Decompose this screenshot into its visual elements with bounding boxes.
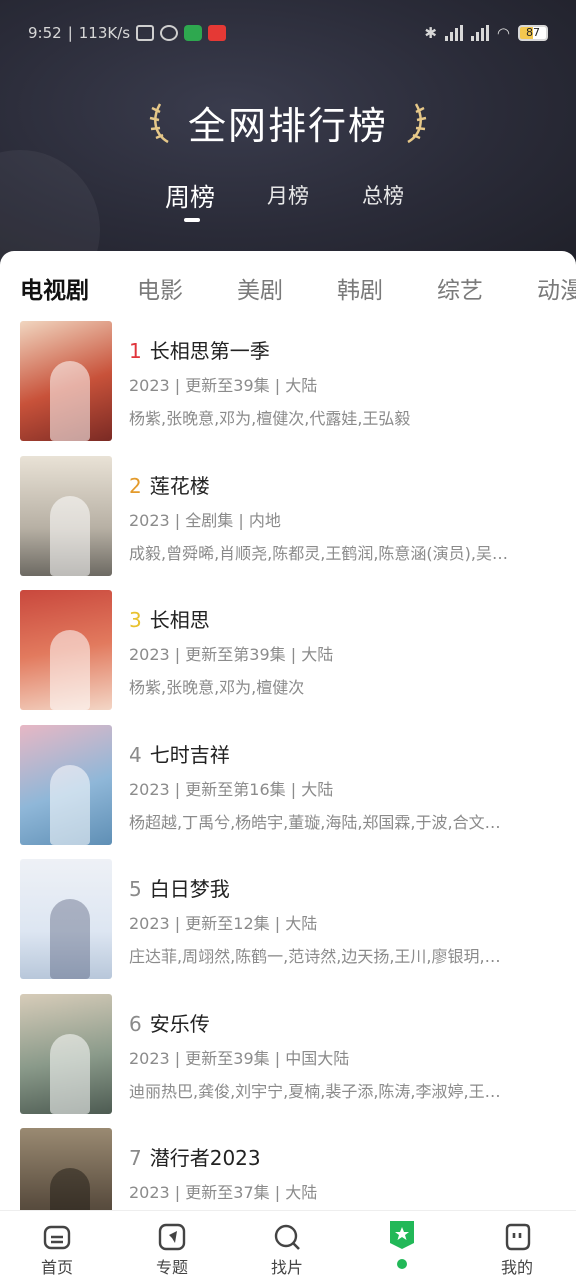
rank-number: 6 xyxy=(129,1011,142,1036)
nav-label-home: 首页 xyxy=(40,1258,73,1277)
active-tab-indicator xyxy=(184,218,200,222)
item-meta: 2023 | 更新至37集 | 大陆 xyxy=(129,1183,318,1202)
battery-level: 87 xyxy=(526,26,540,39)
poster-image[interactable] xyxy=(20,1128,112,1211)
status-time: 9:52 xyxy=(28,24,62,42)
category-tabs: 电视剧 电影 美剧 韩剧 综艺 动漫 xyxy=(0,251,576,321)
poster-image[interactable] xyxy=(20,993,112,1114)
poster-image[interactable] xyxy=(20,859,112,979)
item-cast: 迪丽热巴,龚俊,刘宇宁,夏楠,裴子添,陈涛,李淑婷,王… xyxy=(129,1081,501,1101)
rank-number: 1 xyxy=(129,339,142,363)
nav-topics[interactable]: 专题 xyxy=(122,1211,222,1280)
item-meta: 2023 | 更新至39集 | 大陆 xyxy=(129,376,318,395)
item-title: 莲花楼 xyxy=(149,473,210,498)
header-banner: 9:52 | 113K/s ✱ ◠ 87 全网排行榜 周榜 月榜 总榜 xyxy=(0,0,576,270)
rank-number: 2 xyxy=(129,473,142,498)
item-title: 长相思第一季 xyxy=(149,339,270,363)
mute-icon xyxy=(136,25,155,41)
profile-icon xyxy=(505,1223,531,1251)
item-meta: 2023 | 更新至12集 | 大陆 xyxy=(129,914,318,933)
item-title: 安乐传 xyxy=(149,1011,210,1036)
nav-home[interactable]: 首页 xyxy=(7,1211,107,1280)
active-nav-dot xyxy=(397,1259,407,1269)
compass-icon xyxy=(158,1223,186,1251)
category-tab-k-drama[interactable]: 韩剧 xyxy=(337,271,383,305)
signal-icon-2 xyxy=(470,25,489,41)
rank-number: 3 xyxy=(129,608,142,632)
ranking-panel: 电视剧 电影 美剧 韩剧 综艺 动漫 1 长相思第一季 2023 | 更新至39集… xyxy=(0,251,576,1211)
item-title: 七时吉祥 xyxy=(149,742,230,767)
tab-weekly[interactable]: 周榜 xyxy=(165,178,215,214)
item-cast: 杨紫,张晚意,邓为,檀健次,代露娃,王弘毅 xyxy=(129,409,411,428)
ranking-list: 1 长相思第一季 2023 | 更新至39集 | 大陆 杨紫,张晚意,邓为,檀健次… xyxy=(0,319,576,1211)
item-meta: 2023 | 更新至第16集 | 大陆 xyxy=(129,779,334,799)
category-tab-anime[interactable]: 动漫 xyxy=(537,271,576,305)
search-icon xyxy=(274,1224,300,1250)
rank-number: 5 xyxy=(129,877,142,901)
period-tabs: 周榜 月榜 总榜 xyxy=(0,170,576,230)
nav-profile[interactable]: 我的 xyxy=(467,1211,567,1280)
laurel-left-icon xyxy=(149,103,169,144)
list-item[interactable]: 7 潜行者2023 2023 | 更新至37集 | 大陆 xyxy=(0,1126,576,1211)
home-icon xyxy=(43,1225,71,1250)
laurel-right-icon xyxy=(407,103,427,144)
poster-image[interactable] xyxy=(20,455,112,576)
list-item[interactable]: 1 长相思第一季 2023 | 更新至39集 | 大陆 杨紫,张晚意,邓为,檀健次… xyxy=(0,319,576,454)
list-item[interactable]: 6 安乐传 2023 | 更新至39集 | 中国大陆 迪丽热巴,龚俊,刘宇宁,夏楠… xyxy=(0,992,576,1127)
item-cast: 杨紫,张晚意,邓为,檀健次 xyxy=(129,678,305,697)
nav-rankings[interactable] xyxy=(352,1211,452,1280)
nav-label-topics: 专题 xyxy=(155,1258,188,1277)
tab-overall[interactable]: 总榜 xyxy=(362,180,404,210)
item-title: 白日梦我 xyxy=(149,877,230,901)
list-item[interactable]: 3 长相思 2023 | 更新至第39集 | 大陆 杨紫,张晚意,邓为,檀健次 xyxy=(0,588,576,723)
notification-icon xyxy=(208,25,227,41)
bluetooth-icon: ✱ xyxy=(424,24,437,42)
star-badge-icon xyxy=(390,1221,414,1249)
rank-number: 4 xyxy=(129,742,142,767)
item-meta: 2023 | 更新至第39集 | 大陆 xyxy=(129,645,334,664)
battery-icon: 87 xyxy=(518,25,548,41)
list-item[interactable]: 5 白日梦我 2023 | 更新至12集 | 大陆 庄达菲,周翊然,陈鹤一,范诗然… xyxy=(0,857,576,992)
category-tab-tv[interactable]: 电视剧 xyxy=(20,271,89,305)
item-title: 潜行者2023 xyxy=(149,1146,261,1170)
bottom-nav: 首页 专题 找片 我的 xyxy=(0,1210,576,1280)
signal-icon xyxy=(444,25,463,41)
category-tab-us-drama[interactable]: 美剧 xyxy=(237,271,283,305)
item-title: 长相思 xyxy=(149,608,210,632)
poster-image[interactable] xyxy=(20,590,112,710)
item-cast: 杨超越,丁禹兮,杨皓宇,董璇,海陆,郑国霖,于波,合文… xyxy=(129,812,501,832)
item-meta: 2023 | 全剧集 | 内地 xyxy=(129,510,281,530)
item-cast: 成毅,曾舜晞,肖顺尧,陈都灵,王鹤润,陈意涵(演员),吴… xyxy=(129,543,509,563)
alarm-icon xyxy=(160,25,179,41)
status-speed: 113K/s xyxy=(78,24,131,42)
title-row: 全网排行榜 xyxy=(0,92,576,152)
status-bar: 9:52 | 113K/s ✱ ◠ 87 xyxy=(0,0,576,66)
list-item[interactable]: 2 莲花楼 2023 | 全剧集 | 内地 成毅,曾舜晞,肖顺尧,陈都灵,王鹤润,… xyxy=(0,454,576,589)
nav-label-profile: 我的 xyxy=(500,1258,533,1277)
tab-monthly[interactable]: 月榜 xyxy=(267,180,309,210)
item-cast: 庄达菲,周翊然,陈鹤一,范诗然,边天扬,王川,廖银玥,… xyxy=(129,947,501,966)
poster-image[interactable] xyxy=(20,724,112,845)
nav-label-discover: 找片 xyxy=(270,1258,303,1277)
item-meta: 2023 | 更新至39集 | 中国大陆 xyxy=(129,1048,350,1068)
category-tab-variety[interactable]: 综艺 xyxy=(437,271,483,305)
wifi-icon: ◠ xyxy=(496,24,510,42)
nav-discover[interactable]: 找片 xyxy=(237,1211,337,1280)
category-tab-movie[interactable]: 电影 xyxy=(137,271,183,305)
poster-image[interactable] xyxy=(20,321,112,441)
wechat-icon xyxy=(184,25,203,41)
page-title: 全网排行榜 xyxy=(187,103,388,148)
list-item[interactable]: 4 七时吉祥 2023 | 更新至第16集 | 大陆 杨超越,丁禹兮,杨皓宇,董璇… xyxy=(0,723,576,858)
rank-number: 7 xyxy=(129,1146,142,1170)
